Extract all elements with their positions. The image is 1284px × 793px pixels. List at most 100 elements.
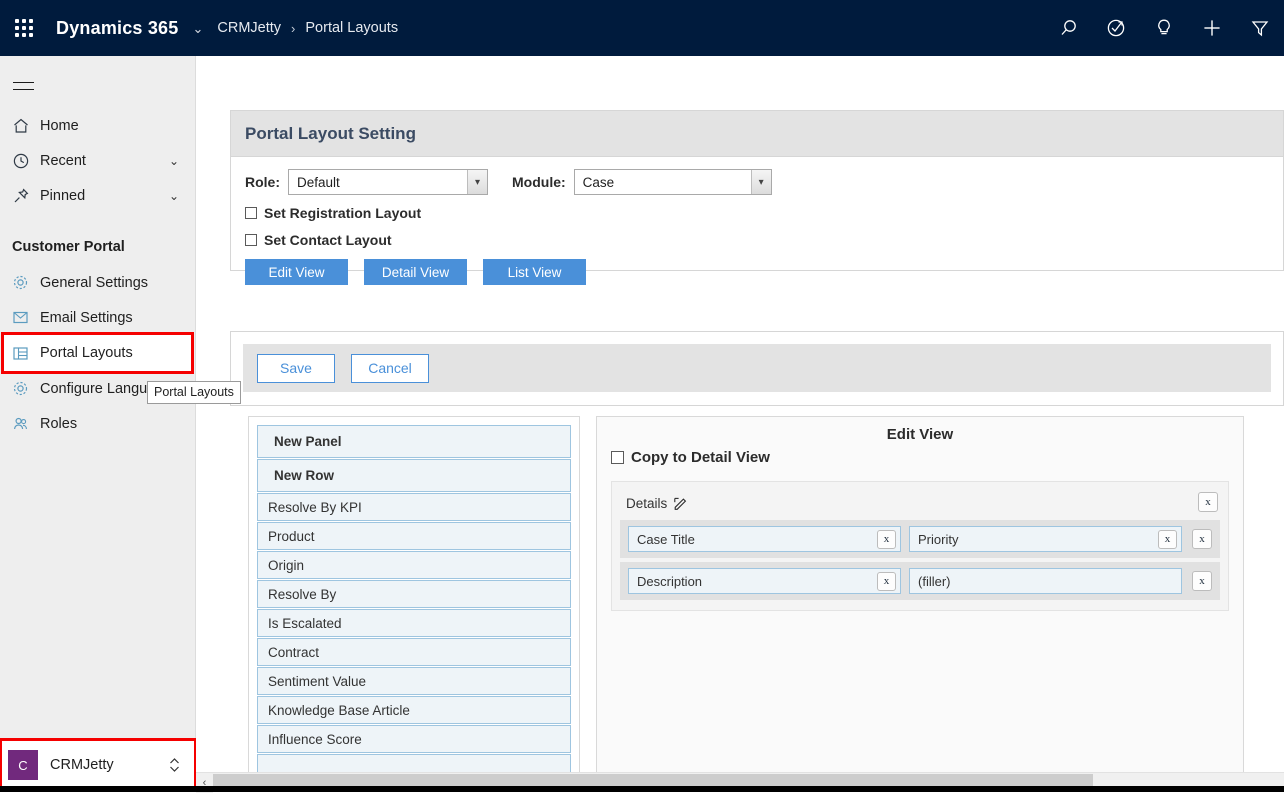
- user-name-label: CRMJetty: [50, 757, 169, 773]
- role-selected-value: Default: [289, 175, 467, 190]
- role-select[interactable]: Default ▾: [288, 169, 488, 195]
- sidebar-item-roles[interactable]: Roles: [0, 406, 195, 441]
- search-icon[interactable]: [1044, 0, 1092, 56]
- layout-row: Description x (filler) x: [620, 562, 1220, 600]
- field-item-new-row[interactable]: New Row: [257, 459, 571, 492]
- sidebar-item-label: Pinned: [40, 188, 85, 204]
- left-sidebar: Home Recent ⌄ Pinned ⌄ Customer Portal G…: [0, 56, 196, 792]
- brand-chevron-down-icon[interactable]: ⌄: [192, 22, 203, 35]
- set-registration-layout-row: Set Registration Layout: [245, 205, 1269, 221]
- layout-cell[interactable]: Case Title x: [628, 526, 901, 552]
- list-view-button[interactable]: List View: [483, 259, 586, 285]
- sidebar-item-portal-layouts[interactable]: Portal Layouts: [4, 335, 191, 371]
- gear-icon: [12, 380, 40, 397]
- layout-cell-label: (filler): [918, 574, 1177, 589]
- copy-to-detail-view-row: Copy to Detail View: [611, 449, 1243, 466]
- field-item[interactable]: Sentiment Value: [257, 667, 571, 695]
- layout-cell-filler[interactable]: (filler): [909, 568, 1182, 594]
- user-account-switcher[interactable]: C CRMJetty: [2, 741, 194, 789]
- assistant-icon[interactable]: [1092, 0, 1140, 56]
- available-fields-panel[interactable]: New Panel New Row Resolve By KPI Product…: [248, 416, 580, 792]
- email-icon: [12, 309, 40, 326]
- breadcrumb-item-app[interactable]: CRMJetty: [217, 20, 281, 36]
- copy-to-detail-view-label: Copy to Detail View: [631, 449, 770, 466]
- field-item[interactable]: Contract: [257, 638, 571, 666]
- layout-icon: [12, 345, 40, 362]
- field-item[interactable]: Influence Score: [257, 725, 571, 753]
- remove-cell-button[interactable]: x: [877, 572, 896, 591]
- sidebar-item-recent[interactable]: Recent ⌄: [0, 143, 195, 178]
- copy-to-detail-view-checkbox[interactable]: [611, 451, 624, 464]
- page-title: Portal Layout Setting: [245, 124, 416, 144]
- details-section-header: Details x: [620, 490, 1220, 516]
- field-item-label: New Row: [274, 468, 334, 483]
- sidebar-item-label: Portal Layouts: [40, 345, 133, 361]
- field-item-label: Is Escalated: [268, 616, 342, 631]
- remove-cell-button[interactable]: x: [1158, 530, 1177, 549]
- edit-view-button[interactable]: Edit View: [245, 259, 348, 285]
- field-item[interactable]: Knowledge Base Article: [257, 696, 571, 724]
- card-header: Portal Layout Setting: [231, 111, 1283, 157]
- field-item-label: Influence Score: [268, 732, 362, 747]
- main-content: Portal Layout Setting Role: Default ▾ Mo…: [196, 56, 1284, 792]
- chevron-down-icon[interactable]: ▾: [751, 170, 771, 194]
- field-item[interactable]: Resolve By KPI: [257, 493, 571, 521]
- field-item[interactable]: Resolve By: [257, 580, 571, 608]
- form-actions-bar: Save Cancel: [243, 344, 1271, 392]
- remove-cell-button[interactable]: x: [877, 530, 896, 549]
- remove-row-button[interactable]: x: [1192, 529, 1212, 549]
- sidebar-item-email-settings[interactable]: Email Settings: [0, 300, 195, 335]
- layout-cell[interactable]: Priority x: [909, 526, 1182, 552]
- field-item-label: Resolve By: [268, 587, 336, 602]
- lightbulb-icon[interactable]: [1140, 0, 1188, 56]
- people-icon: [12, 415, 40, 432]
- field-item[interactable]: Origin: [257, 551, 571, 579]
- set-registration-layout-checkbox[interactable]: [245, 207, 257, 219]
- set-registration-layout-label: Set Registration Layout: [264, 205, 421, 221]
- field-item-label: Contract: [268, 645, 319, 660]
- breadcrumb-separator-icon: ›: [291, 21, 295, 36]
- sidebar-item-label: Home: [40, 118, 79, 134]
- field-item-label: Origin: [268, 558, 304, 573]
- remove-row-button[interactable]: x: [1192, 571, 1212, 591]
- role-module-row: Role: Default ▾ Module: Case ▾: [245, 169, 1269, 195]
- layout-cell[interactable]: Description x: [628, 568, 901, 594]
- save-button[interactable]: Save: [257, 354, 335, 383]
- field-item-label: Resolve By KPI: [268, 500, 362, 515]
- chevron-up-down-icon[interactable]: [169, 757, 180, 773]
- app-launcher-icon[interactable]: [0, 0, 48, 56]
- sidebar-collapse-icon[interactable]: [0, 64, 46, 108]
- layout-row: Case Title x Priority x x: [620, 520, 1220, 558]
- clock-icon: [12, 152, 40, 170]
- home-icon: [12, 117, 40, 135]
- brand-title: Dynamics 365: [56, 18, 178, 39]
- sidebar-group-title: Customer Portal: [0, 239, 195, 255]
- detail-view-button[interactable]: Detail View: [364, 259, 467, 285]
- layout-cell-label: Description: [637, 574, 877, 589]
- card-body: Role: Default ▾ Module: Case ▾ Set Regis…: [231, 157, 1283, 295]
- filter-icon[interactable]: [1236, 0, 1284, 56]
- chevron-down-icon[interactable]: ⌄: [169, 190, 179, 202]
- top-bar-actions: [1044, 0, 1284, 56]
- sidebar-item-label: Email Settings: [40, 310, 133, 326]
- set-contact-layout-checkbox[interactable]: [245, 234, 257, 246]
- field-item[interactable]: Is Escalated: [257, 609, 571, 637]
- window-bottom-edge: [0, 786, 1284, 792]
- remove-section-button[interactable]: x: [1198, 492, 1218, 512]
- sidebar-item-home[interactable]: Home: [0, 108, 195, 143]
- edit-pencil-icon[interactable]: [673, 496, 688, 511]
- details-section: Details x Case Title x Priority x x: [611, 481, 1229, 611]
- cancel-button[interactable]: Cancel: [351, 354, 429, 383]
- field-item-new-panel[interactable]: New Panel: [257, 425, 571, 458]
- sidebar-item-pinned[interactable]: Pinned ⌄: [0, 178, 195, 213]
- chevron-down-icon[interactable]: ⌄: [169, 155, 179, 167]
- available-fields-list: New Panel New Row Resolve By KPI Product…: [249, 417, 579, 782]
- details-section-name: Details: [626, 496, 667, 511]
- breadcrumb-item-current[interactable]: Portal Layouts: [305, 20, 398, 36]
- sidebar-item-general-settings[interactable]: General Settings: [0, 265, 195, 300]
- field-item-label: Knowledge Base Article: [268, 703, 410, 718]
- plus-icon[interactable]: [1188, 0, 1236, 56]
- chevron-down-icon[interactable]: ▾: [467, 170, 487, 194]
- module-select[interactable]: Case ▾: [574, 169, 772, 195]
- field-item[interactable]: Product: [257, 522, 571, 550]
